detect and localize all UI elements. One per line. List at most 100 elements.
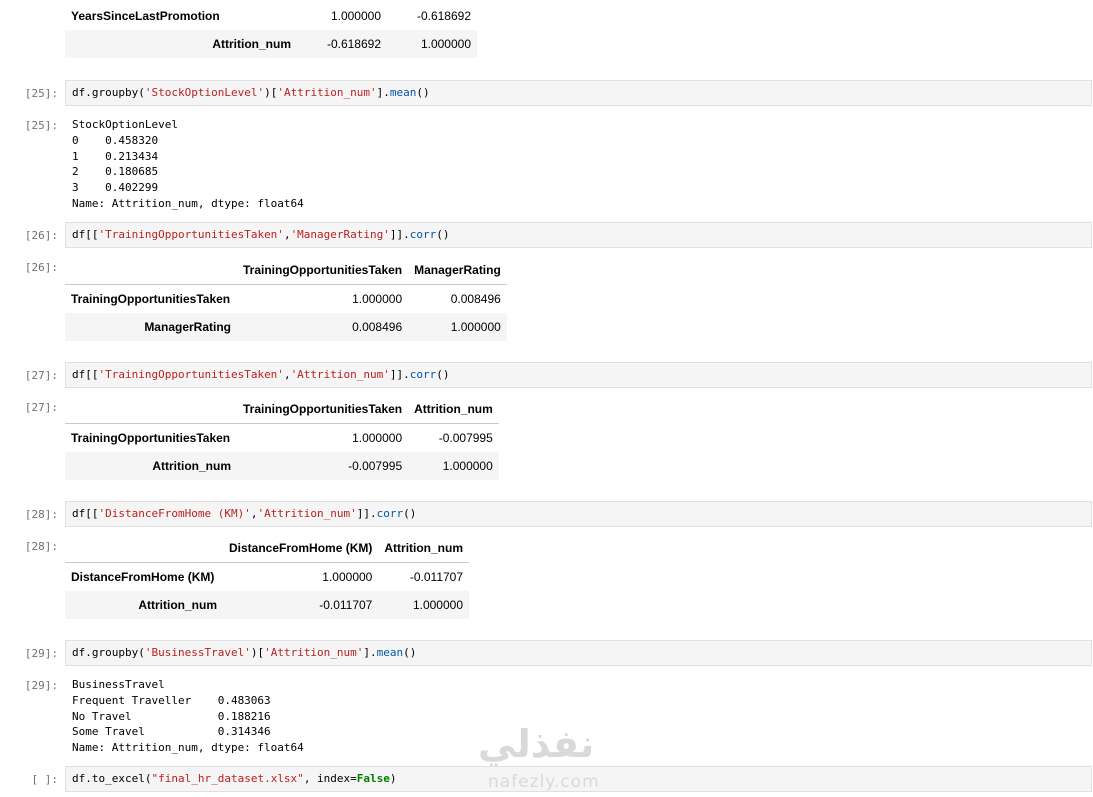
input-prompt: [25]: — [24, 87, 58, 100]
code-text: , index= — [303, 772, 357, 785]
code-string: 'Attrition_num' — [257, 507, 357, 520]
code-text: () — [403, 646, 417, 659]
table-row: ManagerRating 0.008496 1.000000 — [65, 313, 507, 341]
row-index: TrainingOpportunitiesTaken — [71, 431, 231, 445]
code-cell-25[interactable]: df.groupby('StockOptionLevel')['Attritio… — [65, 80, 1092, 106]
input-prompt: [27]: — [24, 369, 58, 382]
cell-value: 1.000000 — [352, 292, 403, 306]
table-row: Attrition_num -0.618692 1.000000 — [65, 30, 477, 58]
top-dataframe-table: YearsSinceLastPromotion 1.000000 -0.6186… — [65, 2, 477, 58]
cell-value: -0.618692 — [416, 9, 471, 23]
column-header: ManagerRating — [408, 256, 507, 285]
code-method: corr — [376, 507, 404, 520]
code-method: corr — [409, 368, 437, 381]
watermark-logo-latin: nafezly.com — [488, 772, 600, 792]
column-header: TrainingOpportunitiesTaken — [237, 395, 409, 424]
cell-value: -0.011707 — [319, 598, 373, 612]
code-text: ]]. — [389, 368, 410, 381]
row-index: Attrition_num — [152, 459, 231, 473]
code-string: 'StockOptionLevel' — [144, 86, 265, 99]
code-text: () — [403, 507, 417, 520]
code-method: mean — [376, 646, 404, 659]
table-row: TrainingOpportunitiesTaken 1.000000 -0.0… — [65, 424, 499, 453]
code-text: , — [283, 228, 291, 241]
code-text: df[[ — [72, 228, 99, 241]
row-index: TrainingOpportunitiesTaken — [71, 292, 231, 306]
cell-value: 1.000000 — [352, 431, 403, 445]
code-method: mean — [389, 86, 417, 99]
code-text: )[ — [264, 86, 278, 99]
cell-value: 1.000000 — [420, 37, 471, 51]
cell-value: 0.008496 — [450, 292, 501, 306]
code-text: ]. — [376, 86, 390, 99]
code-cell-26[interactable]: df[['TrainingOpportunitiesTaken','Manage… — [65, 222, 1092, 248]
cell-value: 1.000000 — [322, 570, 373, 584]
column-header: Attrition_num — [408, 395, 499, 424]
output-prompt: [29]: — [24, 679, 58, 692]
input-prompt: [ ]: — [31, 773, 59, 786]
code-text: ) — [389, 772, 397, 785]
code-text: ]]. — [356, 507, 377, 520]
row-index: YearsSinceLastPromotion — [71, 9, 220, 23]
dataframe-table-27: TrainingOpportunitiesTaken Attrition_num… — [65, 395, 499, 480]
code-string: "final_hr_dataset.xlsx" — [151, 772, 304, 785]
table-header-row: TrainingOpportunitiesTaken Attrition_num — [65, 395, 499, 424]
code-text: df.to_excel( — [72, 772, 152, 785]
output-text-25: StockOptionLevel 0 0.458320 1 0.213434 2 0.… — [72, 118, 304, 210]
code-string: 'Attrition_num' — [277, 86, 377, 99]
table-row: YearsSinceLastPromotion 1.000000 -0.6186… — [65, 2, 477, 30]
table-row: Attrition_num -0.007995 1.000000 — [65, 452, 499, 480]
output-text-29: BusinessTravel Frequent Traveller 0.48306… — [72, 678, 304, 755]
cell-value: 0.008496 — [352, 320, 403, 334]
cell-value: 1.000000 — [412, 598, 464, 612]
cell-value: 1.000000 — [442, 459, 493, 473]
cell-value: -0.011707 — [409, 570, 464, 584]
output-prompt: [26]: — [24, 261, 58, 274]
column-header: TrainingOpportunitiesTaken — [237, 256, 409, 285]
input-prompt: [26]: — [24, 229, 58, 242]
table-header-row: DistanceFromHome (KM) Attrition_num — [65, 534, 470, 563]
code-cell-28[interactable]: df[['DistanceFromHome (KM)','Attrition_n… — [65, 501, 1092, 527]
row-index: Attrition_num — [138, 598, 217, 612]
column-header: Attrition_num — [378, 534, 470, 563]
cell-value: 1.000000 — [450, 320, 501, 334]
code-method: corr — [409, 228, 437, 241]
code-string: 'TrainingOpportunitiesTaken' — [98, 228, 284, 241]
output-prompt: [28]: — [24, 540, 58, 553]
code-string: 'ManagerRating' — [290, 228, 390, 241]
code-cell-27[interactable]: df[['TrainingOpportunitiesTaken','Attrit… — [65, 362, 1092, 388]
cell-value: -0.007995 — [348, 459, 403, 473]
cell-value: -0.007995 — [438, 431, 493, 445]
code-text: df.groupby( — [72, 646, 145, 659]
table-row: DistanceFromHome (KM) 1.000000 -0.011707 — [65, 563, 469, 592]
table-header-row: TrainingOpportunitiesTaken ManagerRating — [65, 256, 507, 285]
row-index: Attrition_num — [212, 37, 291, 51]
code-string: 'TrainingOpportunitiesTaken' — [98, 368, 284, 381]
code-string: 'Attrition_num' — [290, 368, 390, 381]
code-text: () — [436, 228, 450, 241]
code-cell-29[interactable]: df.groupby('BusinessTravel')['Attrition_… — [65, 640, 1092, 666]
dataframe-table-28: DistanceFromHome (KM) Attrition_num Dist… — [65, 534, 470, 619]
column-header: DistanceFromHome (KM) — [223, 534, 379, 563]
code-text: ]. — [363, 646, 377, 659]
cell-value: 1.000000 — [330, 9, 381, 23]
code-keyword: False — [356, 772, 390, 785]
watermark-logo-arabic: نفذلي — [478, 722, 595, 766]
output-prompt: [25]: — [24, 119, 58, 132]
row-index: ManagerRating — [144, 320, 231, 334]
code-string: 'Attrition_num' — [264, 646, 364, 659]
table-row: Attrition_num -0.011707 1.000000 — [65, 591, 470, 619]
code-text: , — [283, 368, 291, 381]
code-text: df[[ — [72, 368, 99, 381]
code-text: ]]. — [389, 228, 410, 241]
code-string: 'DistanceFromHome (KM)' — [98, 507, 251, 520]
code-text: df[[ — [72, 507, 99, 520]
input-prompt: [28]: — [24, 508, 58, 521]
input-prompt: [29]: — [24, 647, 58, 660]
code-text: df.groupby( — [72, 86, 145, 99]
code-string: 'BusinessTravel' — [144, 646, 251, 659]
output-prompt: [27]: — [24, 401, 58, 414]
table-row: TrainingOpportunitiesTaken 1.000000 0.00… — [65, 285, 507, 314]
row-index: DistanceFromHome (KM) — [71, 570, 215, 584]
code-text: )[ — [250, 646, 265, 659]
